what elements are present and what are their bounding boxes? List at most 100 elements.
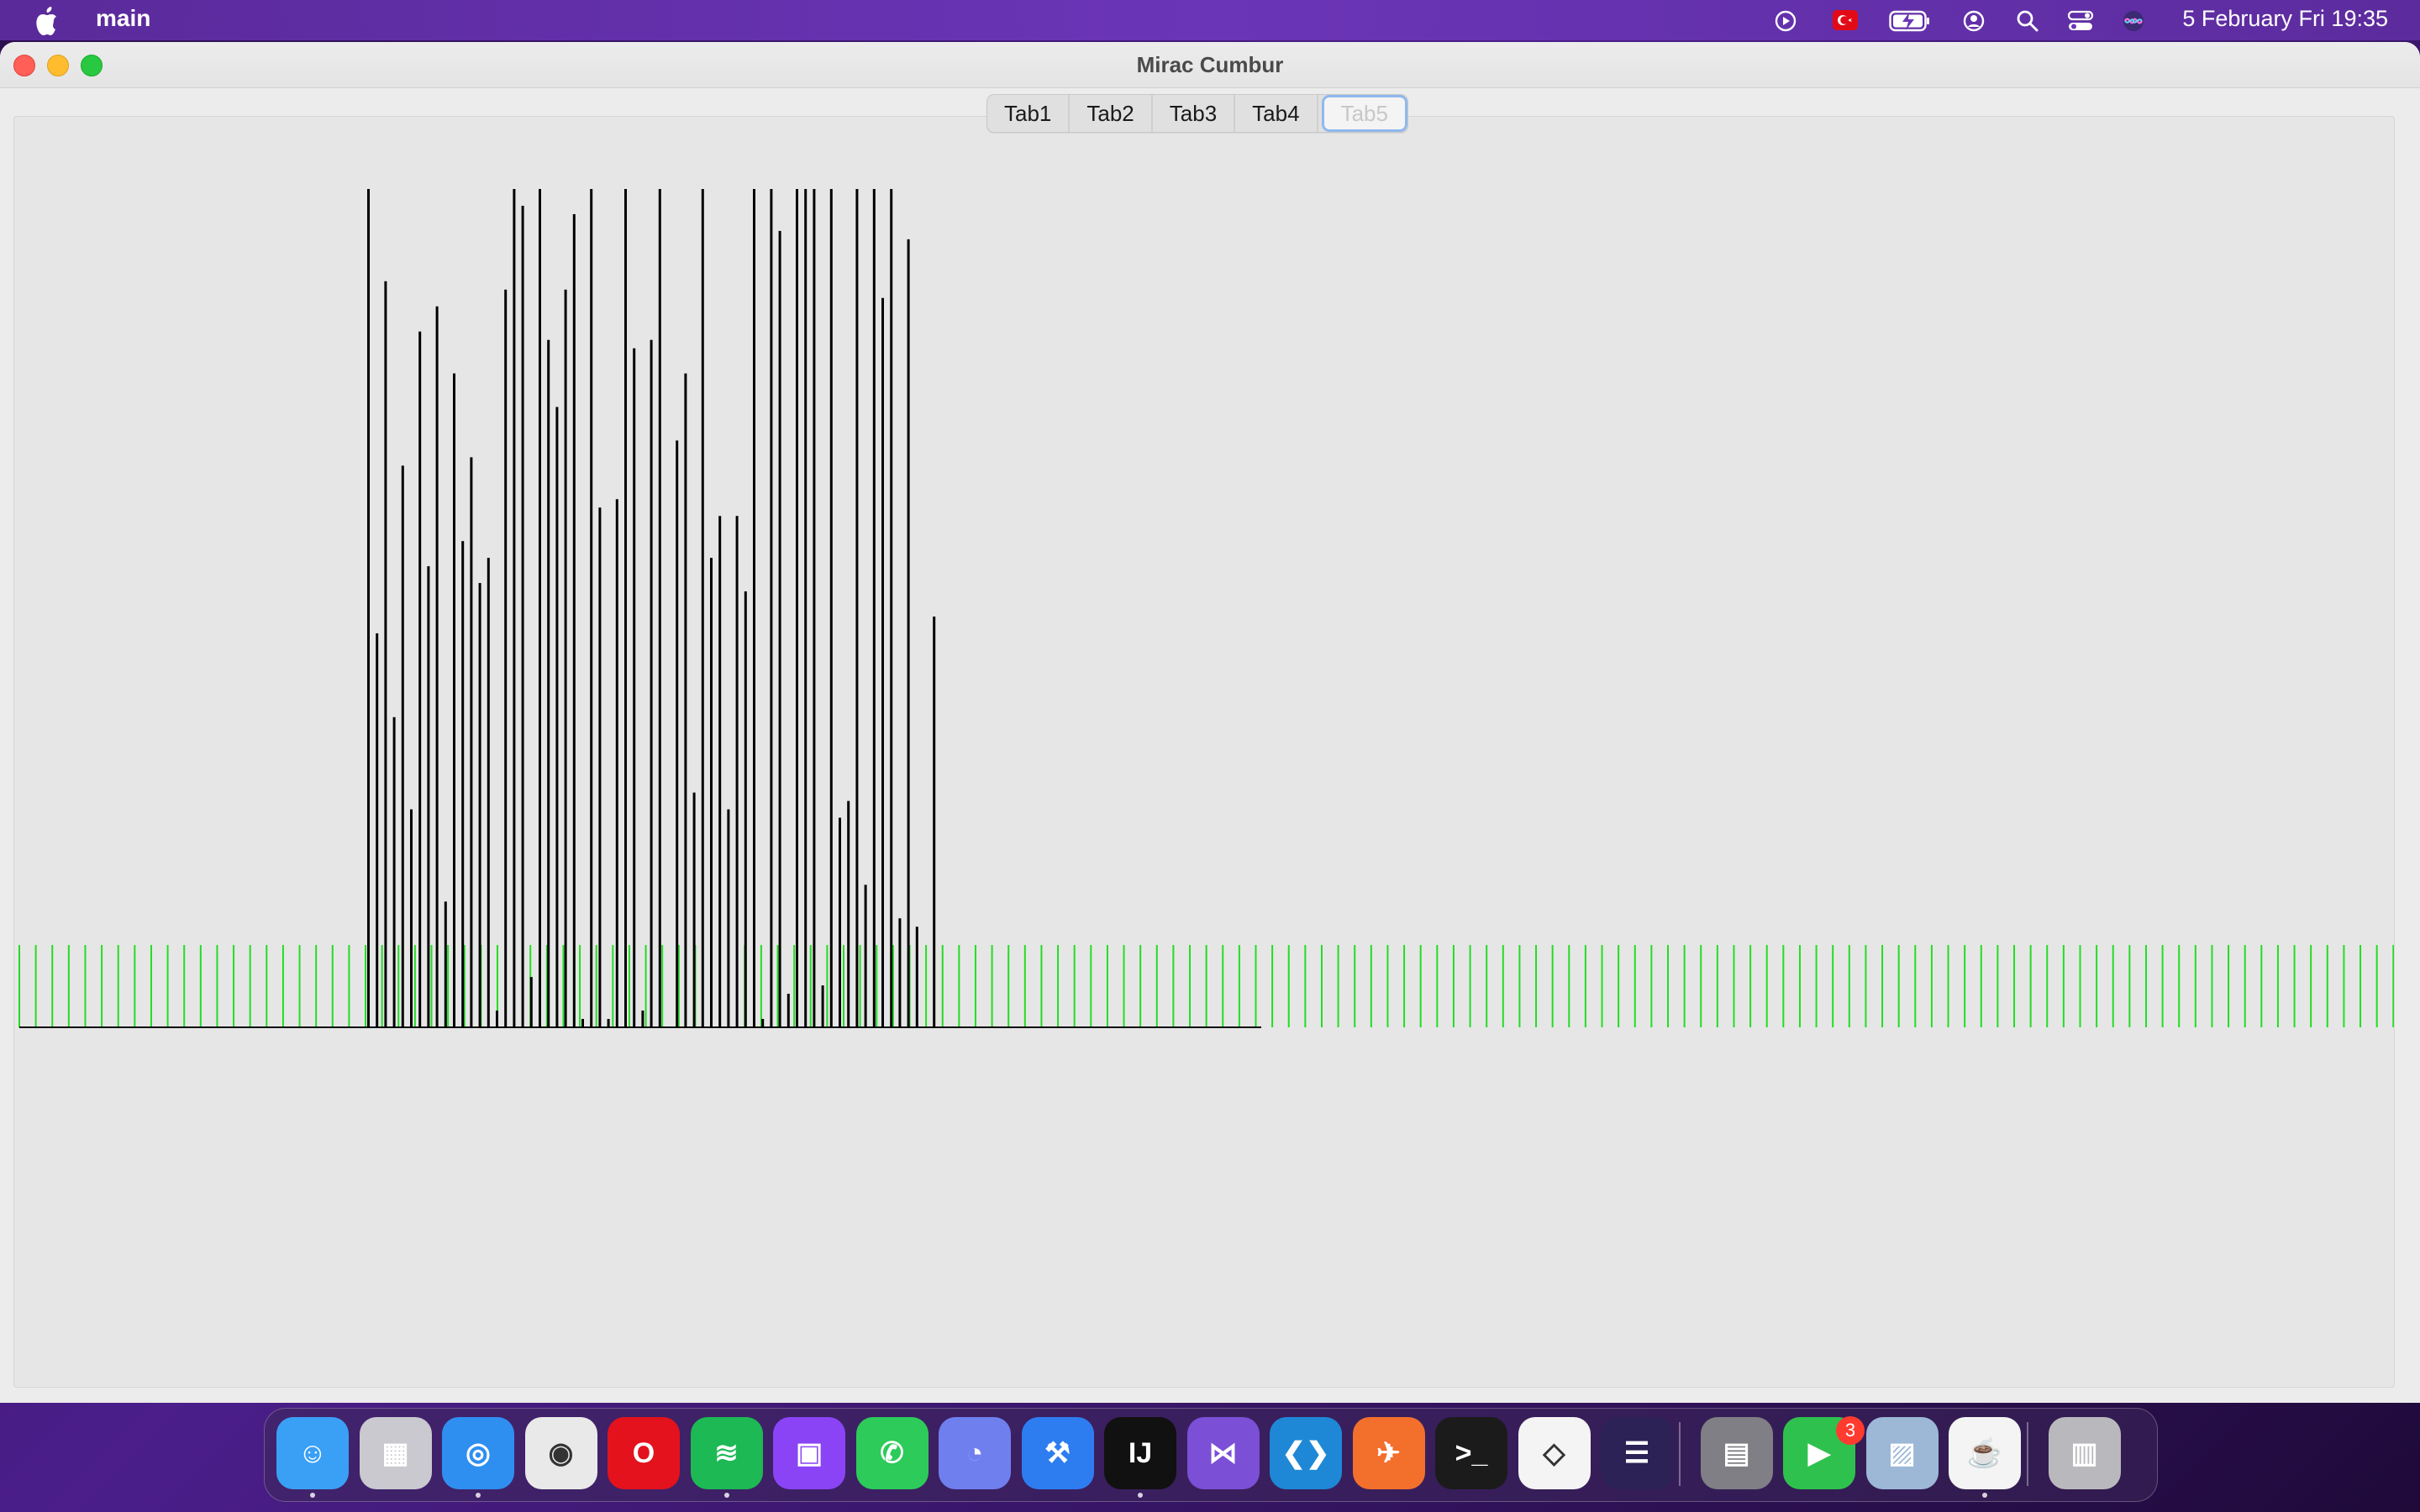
bar <box>710 558 713 1027</box>
bar <box>521 205 524 1028</box>
tab-2[interactable]: Tab2 <box>1070 95 1153 132</box>
preview-icon[interactable]: ▨ <box>1865 1417 1939 1489</box>
tab-3[interactable]: Tab3 <box>1153 95 1236 132</box>
running-indicator <box>1138 1493 1143 1498</box>
bar <box>547 339 550 1027</box>
bar <box>915 927 918 1027</box>
bar <box>555 407 559 1028</box>
bar <box>796 189 798 1027</box>
bar <box>581 1019 584 1027</box>
notification-badge: 3 <box>1836 1416 1865 1445</box>
bar <box>753 189 755 1027</box>
tab-content-panel <box>13 116 2395 1388</box>
bar <box>701 189 704 1027</box>
bar <box>410 809 413 1027</box>
bar <box>735 516 739 1027</box>
bar <box>572 213 576 1027</box>
tab-1[interactable]: Tab1 <box>987 95 1071 132</box>
menu-clock[interactable]: 5 February Fri 19:35 <box>2182 6 2388 32</box>
bar <box>401 465 404 1027</box>
intellij-icon[interactable]: IJ <box>1104 1417 1176 1489</box>
bar <box>650 339 653 1027</box>
bar <box>890 189 893 1027</box>
bar <box>435 306 439 1028</box>
bar <box>529 977 533 1027</box>
search-icon[interactable] <box>2015 8 2040 34</box>
xcode-icon[interactable]: ⚒ <box>1021 1417 1094 1489</box>
java-icon[interactable]: ☕ <box>1949 1417 2021 1489</box>
bar <box>855 189 859 1027</box>
turkey-flag-icon[interactable] <box>1832 9 1859 31</box>
bar <box>564 289 567 1027</box>
user-circle-icon[interactable] <box>1961 8 1986 34</box>
dock: ☺ ▦ ◎ ◉ O ≋ ▣ ✆ ◔ ⚒ IJ ⋈ ❮❯ ✈ >_ ◇ ☰ ▤ ▶ ▨ ☕ ▥ <box>264 1408 2158 1502</box>
finder-icon[interactable]: ☺ <box>276 1417 349 1489</box>
vscode-icon[interactable]: ❮❯ <box>1270 1417 1342 1489</box>
bar <box>676 440 679 1027</box>
battery-charging-icon[interactable] <box>1889 10 1931 32</box>
whatsapp-icon[interactable]: ✆ <box>855 1417 929 1489</box>
terminal-icon[interactable]: >_ <box>1435 1417 1507 1489</box>
bar <box>461 541 465 1027</box>
bar <box>778 230 781 1027</box>
bar <box>384 281 387 1027</box>
bar <box>539 189 541 1027</box>
tab-bar: Tab1 Tab2 Tab3 Tab4 Tab5 <box>986 94 1408 133</box>
unity-icon[interactable]: ◇ <box>1518 1417 1591 1489</box>
bar <box>864 885 867 1027</box>
bar <box>813 189 816 1027</box>
launchpad-icon[interactable]: ▦ <box>359 1417 432 1489</box>
dock-separator <box>2026 1422 2028 1486</box>
bar <box>821 985 824 1027</box>
bar-chart <box>18 189 2394 1028</box>
opera-icon[interactable]: O <box>608 1417 680 1489</box>
bar <box>590 189 593 1027</box>
apple-logo-icon[interactable] <box>34 5 62 35</box>
tab-4[interactable]: Tab4 <box>1235 95 1318 132</box>
bar <box>633 348 636 1027</box>
active-app-name[interactable]: main <box>96 5 150 32</box>
bar <box>770 189 773 1027</box>
bar <box>933 616 936 1027</box>
bar <box>839 817 841 1027</box>
bar <box>367 189 370 1027</box>
title-bar[interactable]: Mirac Cumbur <box>0 42 2420 88</box>
bar <box>624 189 627 1027</box>
tab-5[interactable]: Tab5 <box>1321 95 1407 132</box>
chrome-icon[interactable]: ◉ <box>524 1417 597 1489</box>
running-indicator <box>1982 1493 1987 1498</box>
dock-separator <box>1678 1422 1681 1486</box>
bar <box>786 994 790 1027</box>
postman-icon[interactable]: ✈ <box>1352 1417 1425 1489</box>
bar <box>744 591 747 1027</box>
bar <box>804 189 808 1027</box>
twitch-icon[interactable]: ▣ <box>773 1417 845 1489</box>
safari-icon[interactable]: ◎ <box>442 1417 514 1489</box>
bar <box>496 1011 498 1027</box>
visual-studio-icon[interactable]: ⋈ <box>1186 1417 1260 1489</box>
trash-icon[interactable]: ▥ <box>2048 1417 2121 1489</box>
running-indicator <box>723 1493 729 1498</box>
bar <box>607 1019 610 1027</box>
running-indicator <box>476 1493 481 1498</box>
bar <box>513 189 516 1027</box>
bar <box>684 373 687 1027</box>
bar <box>881 297 884 1027</box>
bar <box>907 239 910 1027</box>
menu-bar: main 5 February Fri 19:35 <box>0 0 2420 40</box>
spotify-icon[interactable]: ≋ <box>690 1417 763 1489</box>
running-indicator <box>310 1493 315 1498</box>
bar <box>829 189 833 1027</box>
bar <box>444 901 447 1027</box>
bar <box>641 1011 644 1027</box>
calculator-icon[interactable]: ▤ <box>1700 1417 1773 1489</box>
play-circle-icon[interactable] <box>1773 8 1798 34</box>
discord-icon[interactable]: ◔ <box>939 1417 1011 1489</box>
bar <box>478 583 481 1027</box>
eclipse-icon[interactable]: ☰ <box>1601 1417 1673 1489</box>
siri-icon[interactable] <box>2121 8 2146 34</box>
window-title: Mirac Cumbur <box>1136 52 1284 77</box>
control-center-icon[interactable] <box>2067 8 2094 34</box>
bar <box>427 566 430 1027</box>
bar <box>392 717 396 1027</box>
